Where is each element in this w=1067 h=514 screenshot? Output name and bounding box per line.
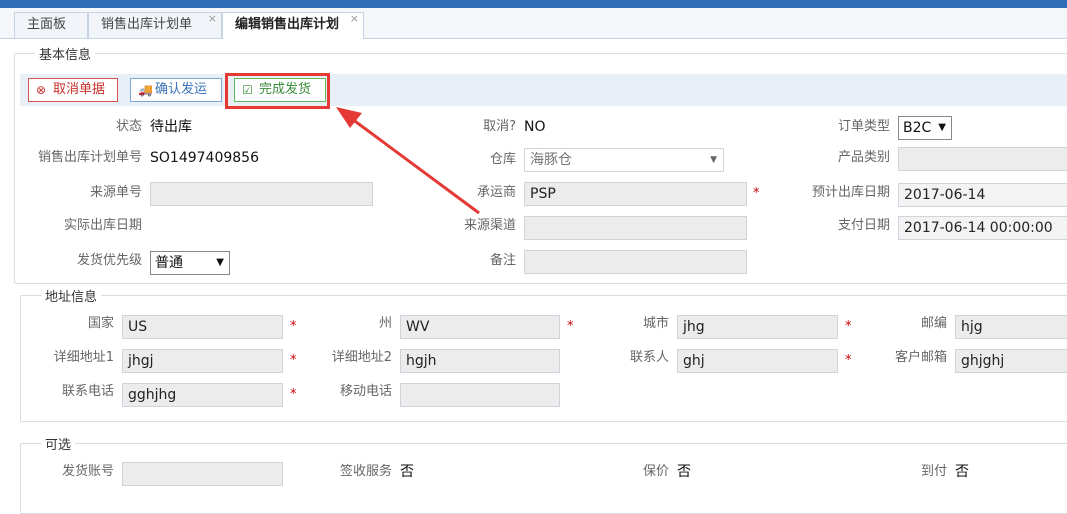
state-field[interactable]: WV xyxy=(400,315,560,339)
estimated-date-label: 预计出库日期 xyxy=(811,185,890,200)
remark-field[interactable] xyxy=(524,250,747,274)
contact-label: 联系人 xyxy=(629,350,669,365)
dropdown-arrow-icon: ▼ xyxy=(710,155,717,165)
cancelled-label: 取消? xyxy=(483,119,516,134)
order-type-label: 订单类型 xyxy=(837,119,890,134)
address2-label: 详细地址2 xyxy=(331,350,392,365)
email-field[interactable]: ghjghj xyxy=(955,349,1067,373)
warehouse-label: 仓库 xyxy=(489,152,516,167)
section-title: 地址信息 xyxy=(45,290,98,305)
required-mark: * xyxy=(845,353,852,368)
plan-number-label: 销售出库计划单号 xyxy=(37,150,142,165)
source-number-field[interactable] xyxy=(150,182,373,206)
status-label: 状态 xyxy=(115,119,142,134)
country-label: 国家 xyxy=(87,316,114,331)
shipping-account-label: 发货账号 xyxy=(61,464,114,479)
dropdown-arrow-icon: ▼ xyxy=(938,122,946,133)
channel-field[interactable] xyxy=(524,216,747,240)
contact-field[interactable]: ghj xyxy=(677,349,838,373)
order-type-select[interactable]: B2C ▼ xyxy=(898,116,952,140)
address2-field[interactable]: hgjh xyxy=(400,349,560,373)
phone-field[interactable]: gghjhg xyxy=(122,383,283,407)
warehouse-select[interactable]: 海豚仓 ▼ xyxy=(524,148,724,172)
actual-date-label: 实际出库日期 xyxy=(63,218,142,233)
state-label: 州 xyxy=(378,316,392,331)
required-mark: * xyxy=(567,319,574,334)
pay-date-field[interactable]: 2017-06-14 00:00:00 xyxy=(898,216,1067,240)
required-mark: * xyxy=(845,319,852,334)
phone-label: 联系电话 xyxy=(61,384,114,399)
select-value: B2C xyxy=(903,120,932,136)
cod-label: 到付 xyxy=(920,464,947,479)
required-mark: * xyxy=(753,186,760,201)
channel-label: 来源渠道 xyxy=(463,218,516,233)
select-value: 海豚仓 xyxy=(530,152,572,168)
sign-service-label: 签收服务 xyxy=(339,464,392,479)
remark-label: 备注 xyxy=(489,253,516,268)
carrier-label: 承运商 xyxy=(476,185,516,200)
product-category-field[interactable] xyxy=(898,147,1067,171)
country-field[interactable]: US xyxy=(122,315,283,339)
product-category-label: 产品类别 xyxy=(837,150,890,165)
cod-value: 否 xyxy=(955,464,969,480)
sign-service-value: 否 xyxy=(400,464,414,480)
status-value: 待出库 xyxy=(150,119,192,135)
priority-label: 发货优先级 xyxy=(76,253,142,268)
city-label: 城市 xyxy=(642,316,669,331)
mobile-label: 移动电话 xyxy=(339,384,392,399)
insurance-value: 否 xyxy=(677,464,691,480)
section-title: 可选 xyxy=(45,438,72,453)
address1-label: 详细地址1 xyxy=(53,350,114,365)
mobile-field[interactable] xyxy=(400,383,560,407)
zip-field[interactable]: hjg xyxy=(955,315,1067,339)
source-number-label: 来源单号 xyxy=(89,185,142,200)
city-field[interactable]: jhg xyxy=(677,315,838,339)
required-mark: * xyxy=(290,387,297,402)
priority-select[interactable]: 普通 ▼ xyxy=(150,251,230,275)
insurance-label: 保价 xyxy=(642,464,669,479)
pay-date-label: 支付日期 xyxy=(837,218,890,233)
carrier-field[interactable]: PSP xyxy=(524,182,747,206)
dropdown-arrow-icon: ▼ xyxy=(216,257,224,268)
address1-field[interactable]: jhgj xyxy=(122,349,283,373)
cancelled-value: NO xyxy=(524,119,546,135)
shipping-account-field[interactable] xyxy=(122,462,283,486)
required-mark: * xyxy=(290,319,297,334)
required-mark: * xyxy=(290,353,297,368)
select-value: 普通 xyxy=(155,255,183,271)
email-label: 客户邮箱 xyxy=(894,350,947,365)
estimated-date-field[interactable]: 2017-06-14 xyxy=(898,183,1067,207)
plan-number-value: SO1497409856 xyxy=(150,150,259,166)
zip-label: 邮编 xyxy=(920,316,947,331)
